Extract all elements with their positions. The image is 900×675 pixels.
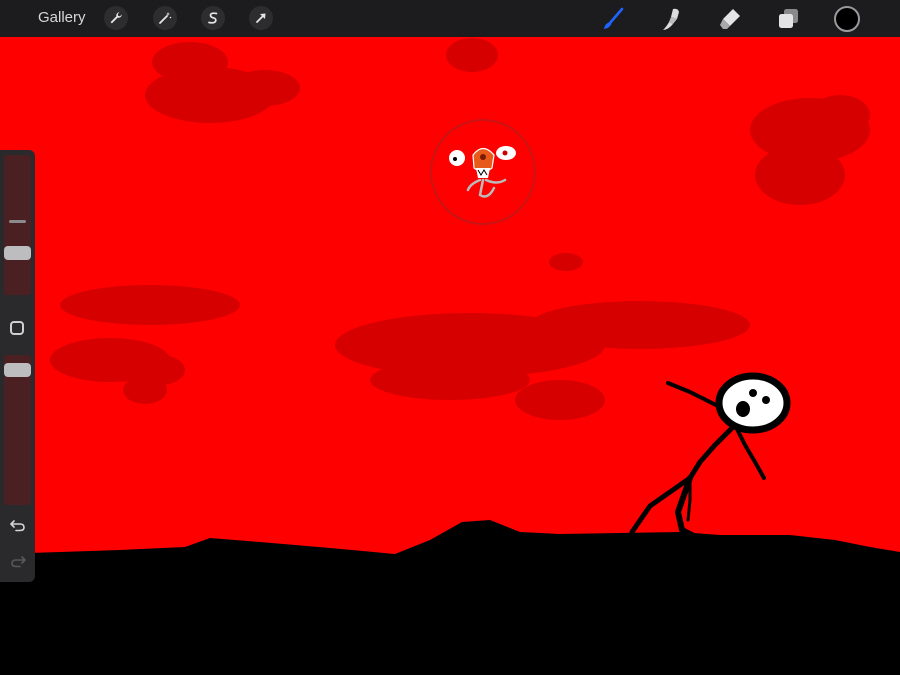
- adjustments-button[interactable]: [153, 6, 177, 30]
- brush-size-tick: [9, 220, 26, 223]
- smudge-button[interactable]: [657, 5, 685, 33]
- undo-button[interactable]: [8, 517, 28, 533]
- actions-button[interactable]: [104, 6, 128, 30]
- top-toolbar: Gallery: [0, 0, 900, 37]
- color-picker-button[interactable]: [834, 6, 860, 32]
- transform-arrow-icon: [256, 13, 266, 23]
- redo-icon: [11, 556, 26, 568]
- brush-icon: [604, 7, 624, 29]
- modify-button[interactable]: [10, 321, 24, 335]
- opacity-slider[interactable]: [4, 355, 31, 505]
- eraser-icon: [720, 9, 740, 29]
- layers-button[interactable]: [774, 5, 802, 33]
- opacity-handle[interactable]: [4, 363, 31, 377]
- selection-s-icon: [208, 12, 218, 24]
- eraser-button[interactable]: [716, 5, 744, 33]
- magic-wand-icon: [159, 12, 172, 24]
- brush-size-handle[interactable]: [4, 246, 31, 260]
- selection-button[interactable]: [201, 6, 225, 30]
- drawing-canvas[interactable]: [0, 37, 900, 675]
- layers-icon: [779, 9, 798, 28]
- transform-button[interactable]: [249, 6, 273, 30]
- redo-button[interactable]: [8, 553, 28, 569]
- brush-button[interactable]: [599, 5, 627, 33]
- gallery-button[interactable]: Gallery: [38, 9, 86, 26]
- wrench-icon: [110, 12, 122, 24]
- brush-size-slider[interactable]: [4, 155, 31, 295]
- smudge-icon: [663, 8, 679, 30]
- left-sidebar: [0, 150, 35, 582]
- undo-icon: [10, 520, 25, 532]
